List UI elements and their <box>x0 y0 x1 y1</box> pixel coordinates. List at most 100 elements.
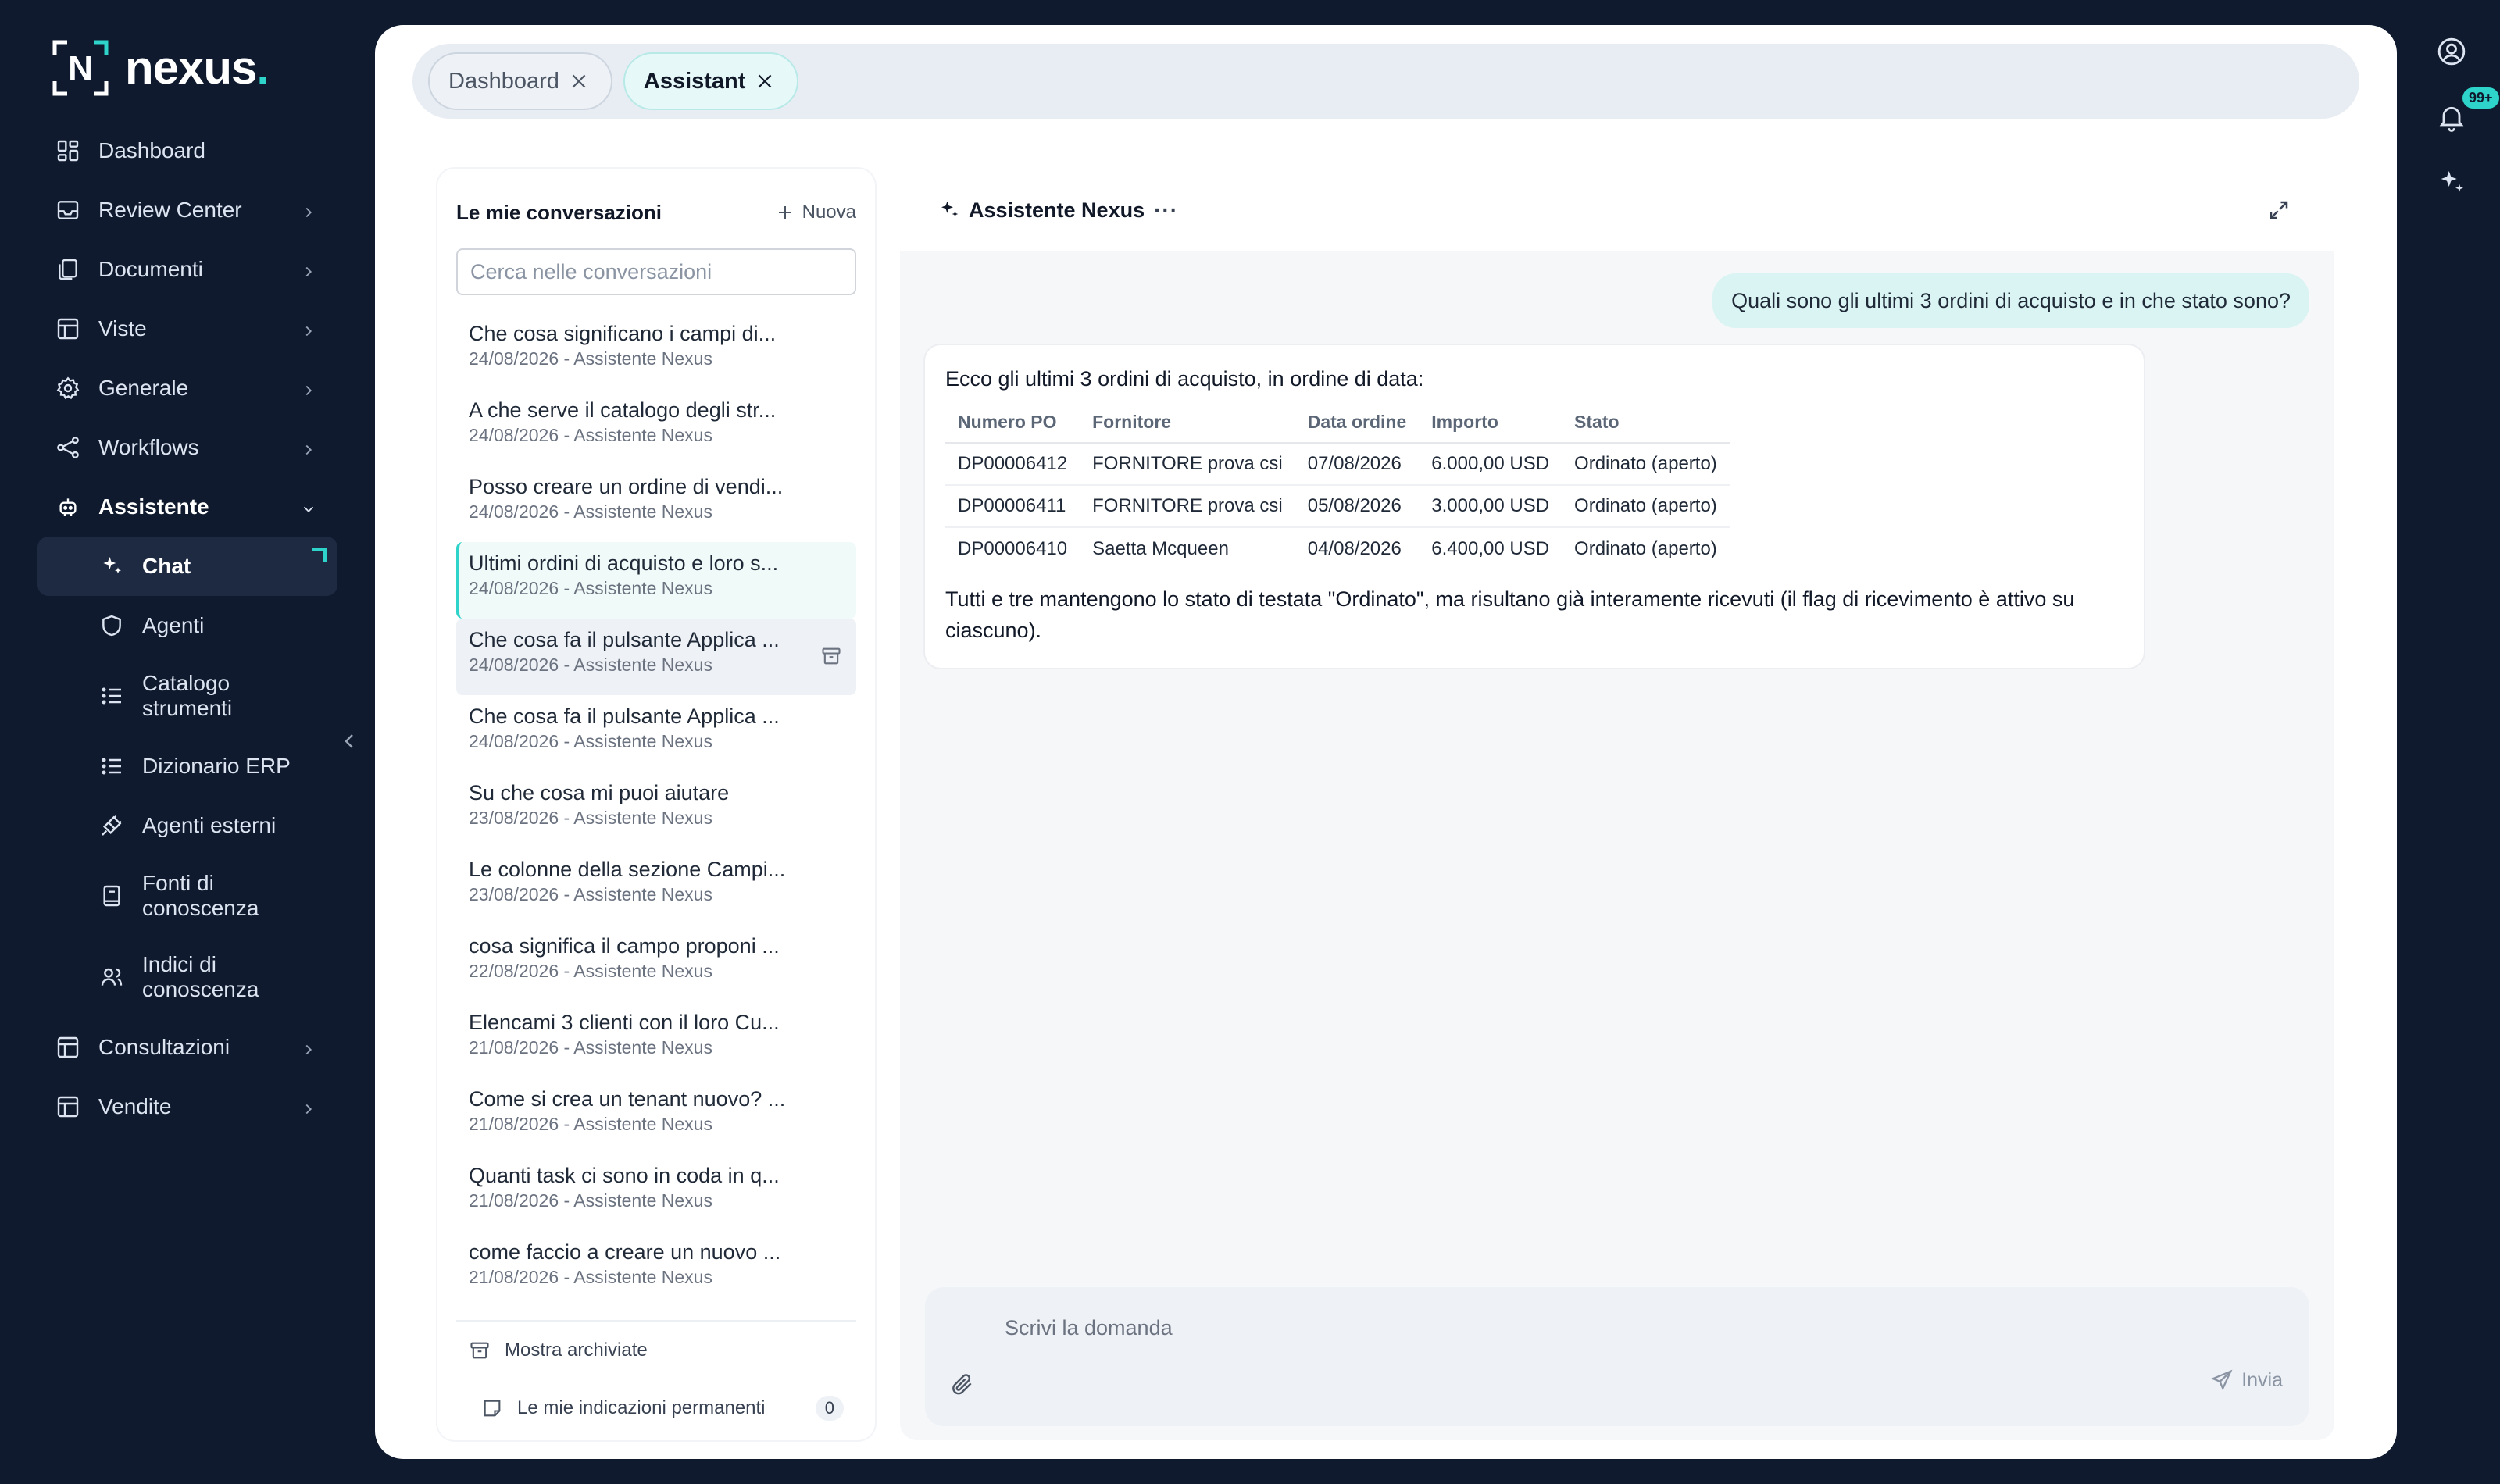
table-row: DP00006412 FORNITORE prova csi 07/08/202… <box>945 443 1730 486</box>
conversation-item[interactable]: Come si crea un tenant nuovo? ... 21/08/2… <box>456 1078 856 1154</box>
permanent-instructions-label: Le mie indicazioni permanenti <box>517 1397 766 1418</box>
tab-dashboard[interactable]: Dashboard <box>428 52 612 110</box>
show-archived-button[interactable]: Mostra archiviate <box>456 1322 856 1379</box>
conversations-title: Le mie conversazioni <box>456 200 662 224</box>
chevron-right-icon <box>300 439 317 456</box>
expand-icon[interactable] <box>2267 198 2291 222</box>
paperclip-icon[interactable] <box>950 1372 975 1397</box>
conversation-item[interactable]: Posso creare un ordine di vendi... 24/08/… <box>456 466 856 542</box>
tab-label: Assistant <box>643 68 746 94</box>
nav-generale[interactable]: Generale <box>38 359 338 418</box>
brand-logo[interactable]: N nexus. <box>52 39 270 97</box>
close-icon[interactable] <box>569 71 589 91</box>
collapse-sidebar-icon[interactable] <box>341 731 358 751</box>
users-icon <box>98 964 125 990</box>
nav-label: Agenti esterni <box>142 813 277 837</box>
plus-icon <box>778 206 791 219</box>
conversation-item[interactable]: Su che cosa mi puoi aiutare 23/08/2026 - … <box>456 772 856 848</box>
conversation-item[interactable]: Quanti task ci sono in coda in q... 21/08… <box>456 1154 856 1231</box>
nav-assistente[interactable]: Assistente <box>38 477 338 537</box>
chevron-right-icon <box>300 380 317 397</box>
main-panel: Dashboard Assistant Le mie conversazioni… <box>375 25 2397 1459</box>
archive-icon[interactable] <box>820 645 842 667</box>
nav-workflows[interactable]: Workflows <box>38 418 338 477</box>
nav-catalogo-strumenti[interactable]: Catalogo strumenti <box>81 655 338 737</box>
close-icon[interactable] <box>755 71 775 91</box>
conversation-title: Su che cosa mi puoi aiutare <box>469 781 730 804</box>
conversation-title: cosa significa il campo proponi ... <box>469 934 780 958</box>
documents-icon <box>55 256 81 283</box>
nav-agenti[interactable]: Agenti <box>81 596 338 655</box>
table-cell: 04/08/2026 <box>1307 537 1402 559</box>
tab-assistant[interactable]: Assistant <box>623 52 799 110</box>
nav-consultazioni[interactable]: Consultazioni <box>38 1018 338 1077</box>
shield-icon <box>98 612 125 639</box>
user-message: Quali sono gli ultimi 3 ordini di acquis… <box>1712 273 2309 328</box>
nav-agenti-esterni[interactable]: Agenti esterni <box>81 796 338 855</box>
nav-viste[interactable]: Viste <box>38 299 338 359</box>
active-indicator <box>312 548 327 562</box>
conversations-footer: Mostra archiviate Le mie indicazioni per… <box>456 1320 856 1437</box>
conversation-title: Che cosa fa il pulsante Applica ... <box>469 628 780 651</box>
conversation-title: Ultimi ordini di acquisto e loro s... <box>469 551 779 575</box>
sidebar: N nexus. Dashboard Review Center Documen… <box>0 0 367 1484</box>
nav-review-center[interactable]: Review Center <box>38 180 338 240</box>
new-conversation-button[interactable]: Nuova <box>776 202 856 223</box>
archive-icon <box>470 1342 489 1359</box>
nav-dashboard[interactable]: Dashboard <box>38 121 338 180</box>
show-archived-label: Mostra archiviate <box>505 1340 648 1361</box>
nav-label: Dashboard <box>98 138 205 162</box>
send-button[interactable]: Invia <box>2210 1368 2283 1392</box>
nav-chat[interactable]: Chat <box>38 537 338 596</box>
chevron-right-icon <box>300 261 317 278</box>
question-input[interactable] <box>1005 1311 2098 1345</box>
chevron-right-icon <box>300 320 317 337</box>
plug-icon <box>98 812 125 839</box>
permanent-instructions-button[interactable]: Le mie indicazioni permanenti 0 <box>456 1379 856 1437</box>
more-options-button[interactable]: ··· <box>1154 198 1178 223</box>
nav-vendite[interactable]: Vendite <box>38 1077 338 1136</box>
conversation-search-input[interactable] <box>456 248 856 295</box>
conversation-title: Che cosa significano i campi di... <box>469 322 777 345</box>
conversation-title: Posso creare un ordine di vendi... <box>469 475 784 498</box>
inbox-icon <box>55 197 81 223</box>
nav-label: Dizionario ERP <box>142 754 291 778</box>
nav-label: Vendite <box>98 1094 172 1118</box>
tab-label: Dashboard <box>448 68 559 94</box>
nav-fonti-di-conoscenza[interactable]: Fonti di conoscenza <box>81 855 338 936</box>
nav-label: Fonti di conoscenza <box>142 871 259 920</box>
nav-label: Indici di conoscenza <box>142 952 259 1001</box>
conversation-item[interactable]: come faccio a creare un nuovo ... 21/08/2… <box>456 1231 856 1307</box>
table-row: DP00006411 FORNITORE prova csi 05/08/202… <box>945 485 1730 528</box>
assistant-outro: Tutti e tre mantengono lo stato di testa… <box>945 587 2075 642</box>
assistant-intro: Ecco gli ultimi 3 ordini di acquisto, in… <box>945 367 1424 391</box>
nav-label: Agenti <box>142 613 205 637</box>
nav-indici-di-conoscenza[interactable]: Indici di conoscenza <box>81 936 338 1018</box>
conversation-meta: 24/08/2026 - Assistente Nexus <box>469 731 712 751</box>
user-circle-icon[interactable] <box>2436 36 2467 67</box>
conversation-meta: 21/08/2026 - Assistente Nexus <box>469 1037 712 1058</box>
nav-label: Consultazioni <box>98 1035 230 1059</box>
nav-dizionario-erp[interactable]: Dizionario ERP <box>81 737 338 796</box>
table-cell: 6.000,00 USD <box>1419 443 1562 486</box>
conversation-item[interactable]: Che cosa fa il pulsante Applica ... 24/08… <box>456 695 856 772</box>
conversation-title: Che cosa fa il pulsante Applica ... <box>469 705 780 728</box>
bell-icon[interactable] <box>2436 102 2467 133</box>
conversation-item-selected[interactable]: Ultimi ordini di acquisto e loro s... 24/… <box>456 542 856 619</box>
purchase-orders-table: Numero PO Fornitore Data ordine Importo … <box>945 405 1730 569</box>
conversation-item-hovered[interactable]: Che cosa fa il pulsante Applica ... 24/08… <box>456 619 856 695</box>
conversation-meta: 24/08/2026 - Assistente Nexus <box>469 578 712 598</box>
table-icon <box>55 1034 81 1061</box>
conversation-item[interactable]: cosa significa il campo proponi ... 22/08… <box>456 925 856 1001</box>
table-cell: Saetta Mcqueen <box>1092 537 1229 559</box>
conversation-item[interactable]: A che serve il catalogo degli str... 24/0… <box>456 389 856 466</box>
conversation-item[interactable]: Elencami 3 clienti con il loro Cu... 21/0… <box>456 1001 856 1078</box>
table-cell: DP00006410 <box>958 537 1068 559</box>
conversation-item[interactable]: Che cosa significano i campi di... 24/08/… <box>456 312 856 389</box>
chevron-down-icon <box>300 498 317 515</box>
nav-documenti[interactable]: Documenti <box>38 240 338 299</box>
sparkles-icon[interactable] <box>2436 167 2467 198</box>
conversation-meta: 23/08/2026 - Assistente Nexus <box>469 808 712 828</box>
brand-name: nexus <box>125 41 257 94</box>
conversation-item[interactable]: Le colonne della sezione Campi... 23/08/2… <box>456 848 856 925</box>
